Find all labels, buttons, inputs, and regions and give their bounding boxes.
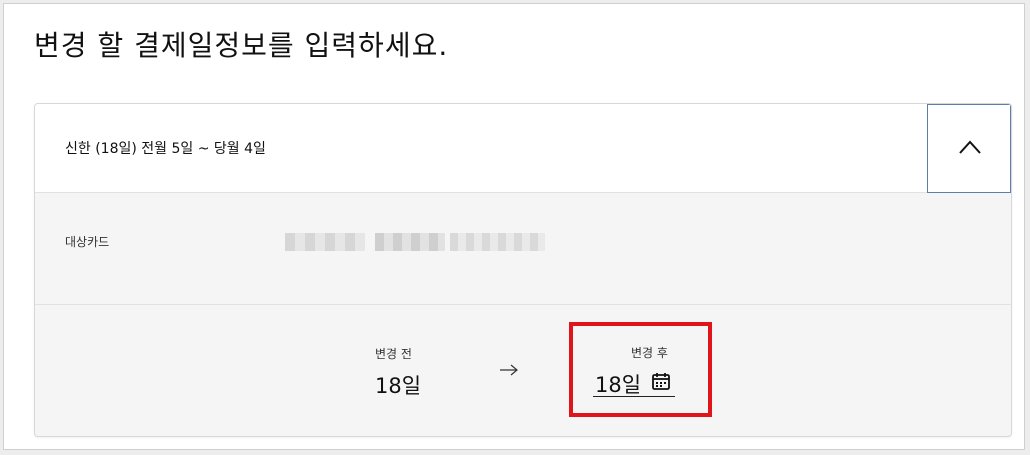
after-label: 변경 후	[631, 346, 668, 360]
calendar-icon[interactable]	[651, 371, 671, 391]
chevron-up-icon	[959, 140, 981, 154]
before-label: 변경 전	[375, 347, 412, 361]
target-card-number-masked	[285, 233, 545, 251]
arrow-right-icon	[500, 364, 518, 376]
after-value: 18일	[595, 373, 642, 397]
before-value: 18일	[375, 374, 422, 398]
payment-date-card: 신한 (18일) 전월 5일 ~ 당월 4일 대상카드 변경 전 18일 변경 …	[34, 103, 1012, 437]
card-header: 신한 (18일) 전월 5일 ~ 당월 4일	[35, 104, 1011, 193]
page-frame: 변경 할 결제일정보를 입력하세요. 신한 (18일) 전월 5일 ~ 당월 4…	[3, 3, 1025, 450]
target-card-row: 대상카드	[35, 193, 1011, 305]
page-title: 변경 할 결제일정보를 입력하세요.	[34, 29, 449, 62]
payment-date-change-row: 변경 전 18일 변경 후 18일	[35, 305, 1011, 436]
collapse-button[interactable]	[927, 104, 1011, 193]
card-header-title: 신한 (18일) 전월 5일 ~ 당월 4일	[65, 141, 266, 157]
after-date-picker[interactable]: 18일	[593, 367, 675, 397]
target-card-label: 대상카드	[65, 235, 110, 249]
